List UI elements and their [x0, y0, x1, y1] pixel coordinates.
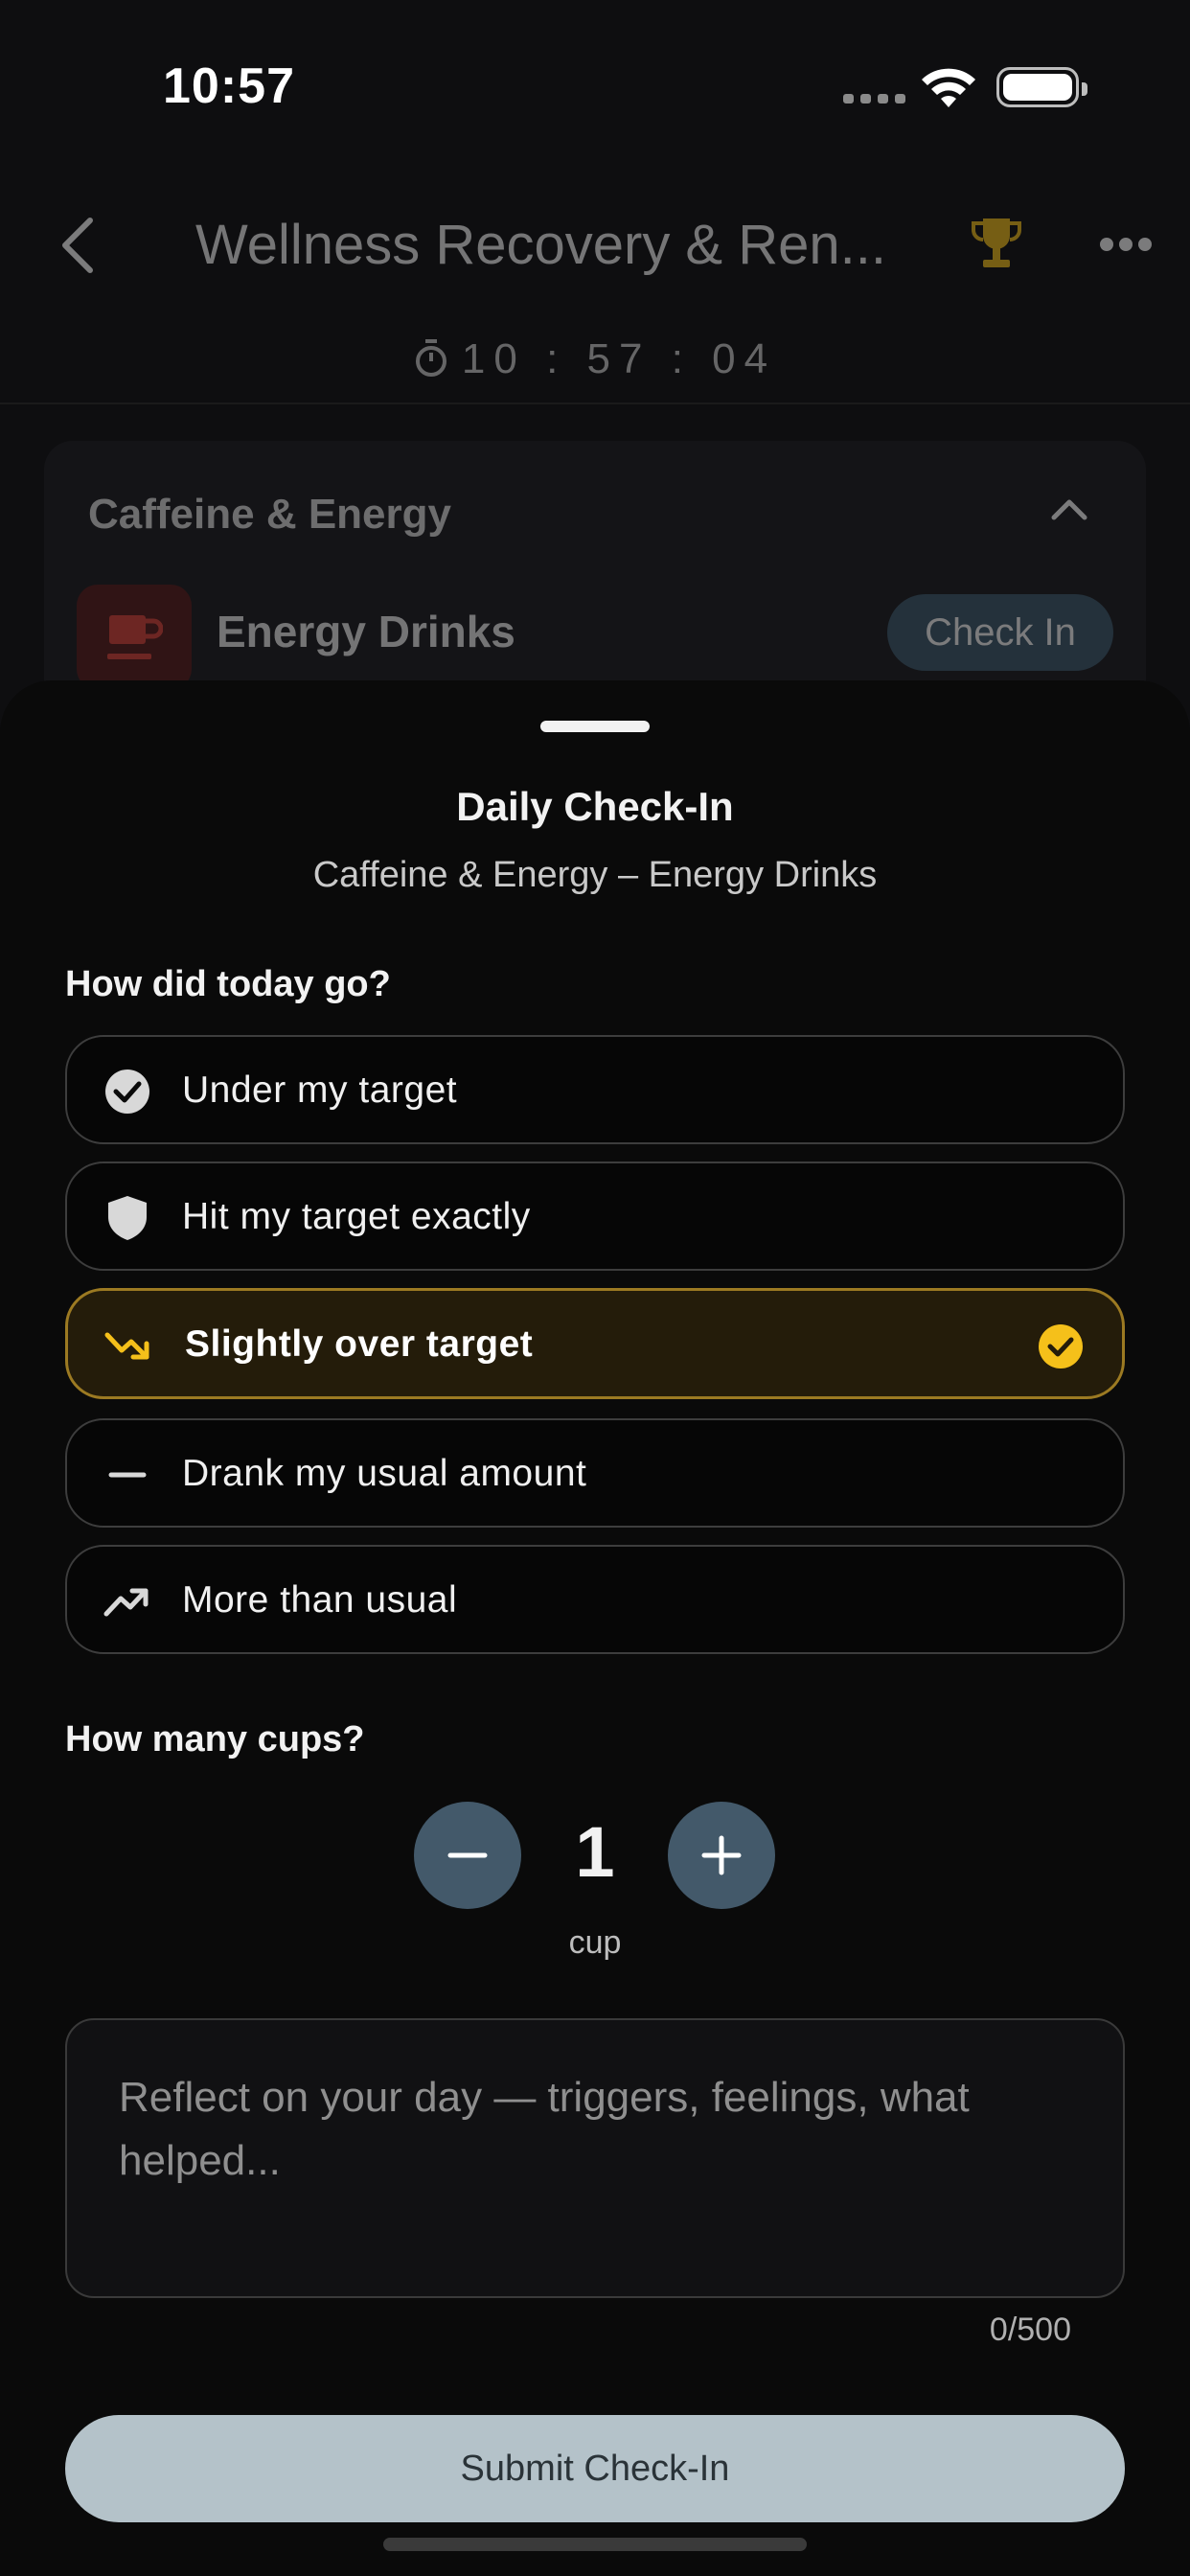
plus-icon [701, 1835, 742, 1875]
option-label: Drank my usual amount [182, 1453, 587, 1494]
reflection-field[interactable] [65, 2018, 1125, 2298]
item-label: Energy Drinks [217, 607, 515, 656]
check-in-button[interactable]: Check In [887, 594, 1113, 671]
count-question-label: How many cups? [65, 1719, 365, 1760]
character-counter: 0/500 [989, 2312, 1071, 2348]
chevron-up-icon[interactable] [1050, 494, 1088, 523]
option-label: Hit my target exactly [182, 1196, 531, 1237]
trending-up-icon [103, 1588, 149, 1617]
divider [0, 402, 1190, 404]
selected-check-icon [1039, 1324, 1083, 1368]
nav-bar: Wellness Recovery & Ren... [0, 172, 1190, 316]
wifi-icon [922, 68, 975, 107]
battery-icon [996, 67, 1087, 107]
sheet-title: Daily Check-In [456, 784, 734, 829]
more-options-icon[interactable] [1100, 236, 1152, 253]
status-bar: 10:57 [0, 0, 1190, 172]
option-label: More than usual [182, 1579, 458, 1621]
nav-title: Wellness Recovery & Ren... [195, 214, 885, 276]
energy-drink-icon-box [77, 585, 192, 690]
group-title: Caffeine & Energy [88, 491, 451, 538]
sheet-subtitle: Caffeine & Energy – Energy Drinks [312, 855, 878, 895]
session-timer: 10 : 57 : 04 [0, 335, 1190, 383]
home-indicator [383, 2538, 807, 2551]
submit-button[interactable]: Submit Check-In [65, 2415, 1125, 2522]
screen: 10:57 Wellness Recovery & Ren... 10: 57… [0, 0, 1190, 2576]
shield-icon [108, 1196, 147, 1240]
option-under-target[interactable]: Under my target [65, 1035, 1125, 1144]
trophy-icon[interactable] [968, 215, 1025, 272]
sheet-grabber[interactable] [540, 721, 650, 732]
check-in-sheet: Daily Check-In Caffeine & Energy – Energ… [0, 680, 1190, 2576]
option-label: Slightly over target [185, 1323, 534, 1365]
trending-down-icon [104, 1332, 149, 1360]
count-unit: cup [568, 1924, 622, 1961]
cup-count: 1 [575, 1812, 615, 1892]
stopwatch-icon [415, 339, 446, 377]
check-circle-icon [105, 1070, 149, 1114]
coffee-cup-icon [107, 615, 163, 659]
option-hit-target[interactable]: Hit my target exactly [65, 1162, 1125, 1271]
minus-icon [108, 1472, 147, 1478]
reflection-input[interactable] [119, 2066, 1077, 2267]
cellular-signal-icon [843, 94, 906, 104]
timer-value: 10 : 57 : 04 [461, 335, 777, 382]
option-more-than-usual[interactable]: More than usual [65, 1545, 1125, 1654]
background-page: Wellness Recovery & Ren... 10 : 57 : 04 … [0, 172, 1190, 728]
option-slightly-over[interactable]: Slightly over target [65, 1288, 1125, 1399]
option-usual-amount[interactable]: Drank my usual amount [65, 1418, 1125, 1528]
status-time: 10:57 [163, 58, 295, 114]
back-chevron-icon[interactable] [54, 215, 102, 276]
decrement-button[interactable] [414, 1802, 521, 1909]
minus-icon [447, 1852, 488, 1858]
day-question-label: How did today go? [65, 964, 391, 1004]
option-label: Under my target [182, 1070, 458, 1111]
increment-button[interactable] [668, 1802, 775, 1909]
